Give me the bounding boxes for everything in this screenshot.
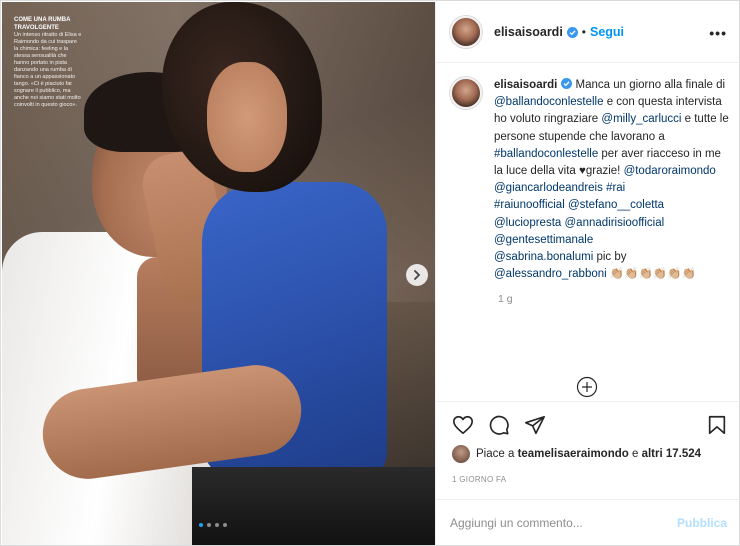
likes-count-link[interactable]: altri 17.524 — [642, 448, 701, 460]
mention-link[interactable]: @sabrina.bonalumi — [494, 251, 593, 263]
caption-block: elisaisoardi Manca un giorno alla finale… — [450, 77, 730, 305]
share-icon[interactable] — [524, 414, 546, 436]
comment-icon[interactable] — [488, 414, 510, 436]
mention-link[interactable]: @annadirisioofficial — [565, 217, 665, 229]
post-date: 1 GIORNO FA — [452, 475, 507, 484]
liker-username-link[interactable]: teamelisaeraimondo — [518, 448, 629, 460]
like-heart-icon[interactable] — [452, 414, 474, 436]
photo-caption-title: COME UNA RUMBA TRAVOLGENTE — [14, 17, 71, 31]
more-options-button[interactable]: ••• — [709, 25, 727, 41]
post-side-panel: elisaisoardi • Segui ••• elisaisoardi Ma… — [435, 2, 740, 546]
mention-link[interactable]: @gentesettimanale — [494, 234, 593, 246]
post-photo[interactable]: COME UNA RUMBA TRAVOLGENTE Un intenso ri… — [2, 2, 435, 545]
follow-button[interactable]: Segui — [590, 25, 624, 39]
caption-text: elisaisoardi Manca un giorno alla finale… — [494, 78, 729, 281]
carousel-dot — [215, 523, 219, 527]
caption-age: 1 g — [498, 293, 513, 306]
mention-link[interactable]: @giancarlodeandreis — [494, 182, 603, 194]
action-bar — [436, 401, 740, 449]
save-bookmark-icon[interactable] — [706, 414, 728, 436]
hashtag-link[interactable]: #rai — [606, 182, 625, 194]
caption-username[interactable]: elisaisoardi — [494, 79, 557, 91]
verified-badge-icon — [566, 26, 578, 38]
photo-caption-text: Un intenso ritratto di Elisa e Raimondo … — [14, 32, 82, 108]
load-more-comments-icon[interactable] — [576, 376, 598, 398]
post-window: COME UNA RUMBA TRAVOLGENTE Un intenso ri… — [0, 0, 740, 546]
username-link[interactable]: elisaisoardi — [494, 25, 563, 39]
header-separator: • — [581, 25, 586, 39]
avatar[interactable] — [450, 16, 482, 48]
mention-link[interactable]: @alessandro_rabboni — [494, 268, 607, 280]
verified-badge-icon — [561, 78, 573, 89]
hashtag-link[interactable]: #ballandoconlestelle — [494, 148, 598, 160]
carousel-dot — [199, 523, 203, 527]
chevron-right-icon — [414, 270, 421, 280]
carousel-dot — [223, 523, 227, 527]
comment-input[interactable]: Aggiungi un commento... — [450, 516, 677, 530]
carousel-indicator — [199, 523, 227, 527]
mention-link[interactable]: @todaroraimondo — [624, 165, 716, 177]
liker-avatar[interactable] — [452, 445, 470, 463]
publish-button[interactable]: Pubblica — [677, 516, 727, 530]
next-slide-button[interactable] — [406, 264, 428, 286]
hashtag-link[interactable]: #raiunoofficial — [494, 199, 565, 211]
mention-link[interactable]: @luciopresta — [494, 217, 561, 229]
likes-summary: Piace a teamelisaeraimondo e altri 17.52… — [452, 445, 701, 463]
mention-link[interactable]: @milly_carlucci — [601, 113, 681, 125]
post-header: elisaisoardi • Segui ••• — [436, 2, 740, 63]
mention-link[interactable]: @stefano__coletta — [568, 199, 664, 211]
caption-avatar[interactable] — [450, 77, 482, 109]
comment-bar: Aggiungi un commento... Pubblica — [436, 499, 740, 546]
mention-link[interactable]: @ballandoconlestelle — [494, 96, 604, 108]
carousel-dot — [207, 523, 211, 527]
